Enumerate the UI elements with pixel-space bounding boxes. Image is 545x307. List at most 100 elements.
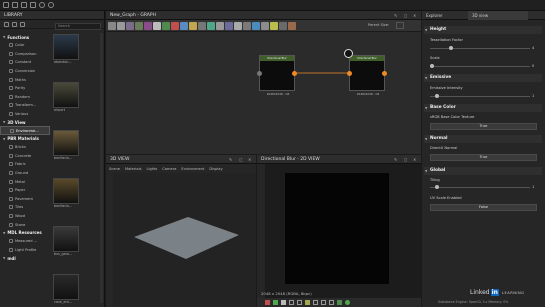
- channel-icon[interactable]: [313, 300, 318, 305]
- graph-tool-button[interactable]: [234, 22, 242, 30]
- emissive-intensity-slider[interactable]: [430, 94, 530, 98]
- graph-tool-button[interactable]: [171, 22, 179, 30]
- environment-thumbnail[interactable]: bonifacio...: [53, 178, 79, 208]
- node-output-port[interactable]: [382, 71, 387, 76]
- environment-thumbnail[interactable]: bus_gara...: [53, 226, 79, 256]
- library-category[interactable]: ▼ mdl: [0, 254, 50, 262]
- library-item[interactable]: Ground: [0, 169, 50, 178]
- channel-icon[interactable]: [345, 300, 350, 305]
- undo-icon[interactable]: [39, 2, 45, 8]
- chevron-down-icon[interactable]: ▼: [3, 231, 5, 235]
- parent-size-dropdown[interactable]: [396, 22, 404, 29]
- section-global[interactable]: ▼ Global: [424, 167, 542, 175]
- graph-tool-button[interactable]: [162, 22, 170, 30]
- library-item[interactable]: Stone: [0, 220, 50, 229]
- graph-tool-button[interactable]: [207, 22, 215, 30]
- node-input-port[interactable]: [257, 71, 262, 76]
- library-item[interactable]: Constant: [0, 58, 50, 67]
- section-emissive[interactable]: ▼ Emissive: [424, 74, 542, 82]
- graph-tool-button[interactable]: [252, 22, 260, 30]
- library-item[interactable]: Color: [0, 41, 50, 50]
- library-item[interactable]: Environme...: [0, 126, 50, 135]
- library-category[interactable]: ▼ Functions: [0, 33, 50, 41]
- channel-icon[interactable]: [297, 300, 302, 305]
- graph-tool-button[interactable]: [189, 22, 197, 30]
- library-item[interactable]: Bricks: [0, 143, 50, 152]
- chevron-down-icon[interactable]: ▼: [3, 137, 5, 141]
- channel-icon[interactable]: [305, 300, 310, 305]
- library-item[interactable]: Concrete: [0, 152, 50, 161]
- environment-thumbnail[interactable]: bonifacio...: [53, 130, 79, 160]
- tessellation-value[interactable]: 4: [532, 46, 534, 50]
- undock-icon[interactable]: ◻: [404, 157, 409, 162]
- slider-knob[interactable]: [430, 64, 434, 68]
- library-item[interactable]: Parity: [0, 84, 50, 93]
- uv-scale-toggle-button[interactable]: False: [430, 204, 537, 211]
- tessellation-slider[interactable]: [430, 46, 530, 50]
- graph-tool-button[interactable]: [288, 22, 296, 30]
- section-base-color[interactable]: ▼ Base Color: [424, 104, 542, 112]
- close-icon[interactable]: ✕: [413, 13, 418, 18]
- graph-tool-button[interactable]: [243, 22, 251, 30]
- graph-tool-button[interactable]: [216, 22, 224, 30]
- library-item[interactable]: Wood: [0, 212, 50, 221]
- graph-tool-button[interactable]: [270, 22, 278, 30]
- library-scrollbar[interactable]: [100, 33, 103, 303]
- node-input-port[interactable]: [347, 71, 352, 76]
- graph-tool-button[interactable]: [117, 22, 125, 30]
- graph-tool-button[interactable]: [153, 22, 161, 30]
- library-category[interactable]: ▼ PBR Materials: [0, 135, 50, 143]
- library-item[interactable]: Pavement: [0, 195, 50, 204]
- pin-icon[interactable]: ✎: [394, 157, 399, 162]
- tiling-value[interactable]: 1: [532, 185, 534, 189]
- graph-tool-button[interactable]: [180, 22, 188, 30]
- library-item[interactable]: Measured ...: [0, 237, 50, 246]
- slider-knob[interactable]: [434, 94, 439, 98]
- slider-knob[interactable]: [434, 185, 439, 189]
- redo-icon[interactable]: [48, 2, 54, 8]
- filter-icon[interactable]: [4, 21, 9, 27]
- section-normal[interactable]: ▼ Normal: [424, 135, 542, 143]
- library-item[interactable]: Comparison: [0, 50, 50, 59]
- library-item[interactable]: Light Profile: [0, 245, 50, 254]
- environment-thumbnail[interactable]: airport: [53, 82, 79, 112]
- slider-knob[interactable]: [449, 46, 454, 50]
- directx-normal-toggle-button[interactable]: True: [430, 154, 537, 161]
- library-item[interactable]: Tiles: [0, 203, 50, 212]
- emissive-intensity-value[interactable]: 1: [532, 94, 534, 98]
- library-item[interactable]: Various: [0, 110, 50, 119]
- scale-value[interactable]: 0: [532, 64, 534, 68]
- graph-tool-button[interactable]: [261, 22, 269, 30]
- undock-icon[interactable]: ◻: [404, 13, 409, 18]
- environment-thumbnail[interactable]: abandon...: [53, 34, 79, 64]
- library-category[interactable]: ▼ 3D View: [0, 118, 50, 126]
- library-item[interactable]: Paper: [0, 186, 50, 195]
- graph-node[interactable]: Directional Blur 2048x2048 - C8: [349, 55, 385, 96]
- library-item[interactable]: Random: [0, 93, 50, 102]
- srgb-toggle-button[interactable]: True: [430, 123, 537, 130]
- channel-icon[interactable]: [265, 300, 270, 305]
- graph-tool-button[interactable]: [198, 22, 206, 30]
- close-icon[interactable]: ✕: [413, 157, 418, 162]
- node-output-port[interactable]: [292, 71, 297, 76]
- graph-node[interactable]: Directional Blur 2048x2048 - C8: [259, 55, 295, 96]
- channel-icon[interactable]: [337, 300, 342, 305]
- tab-explorer[interactable]: Explorer: [422, 11, 468, 20]
- chevron-down-icon[interactable]: ▼: [3, 120, 5, 124]
- environment-thumbnail[interactable]: cave_ent...: [53, 274, 79, 304]
- view-mode-icon[interactable]: [12, 21, 17, 27]
- new-file-icon[interactable]: [3, 2, 9, 8]
- chevron-down-icon[interactable]: ▼: [3, 256, 5, 260]
- pin-icon[interactable]: ✎: [394, 13, 399, 18]
- channel-icon[interactable]: [289, 300, 294, 305]
- graph-tool-button[interactable]: [135, 22, 143, 30]
- tiling-slider[interactable]: [430, 185, 530, 189]
- graph-tool-button[interactable]: [126, 22, 134, 30]
- library-item[interactable]: Metal: [0, 177, 50, 186]
- library-item[interactable]: Fabric: [0, 160, 50, 169]
- save-icon[interactable]: [21, 2, 27, 8]
- channel-icon[interactable]: [273, 300, 278, 305]
- library-search-input[interactable]: Search: [55, 23, 101, 30]
- library-item[interactable]: Maths: [0, 75, 50, 84]
- graph-tool-button[interactable]: [225, 22, 233, 30]
